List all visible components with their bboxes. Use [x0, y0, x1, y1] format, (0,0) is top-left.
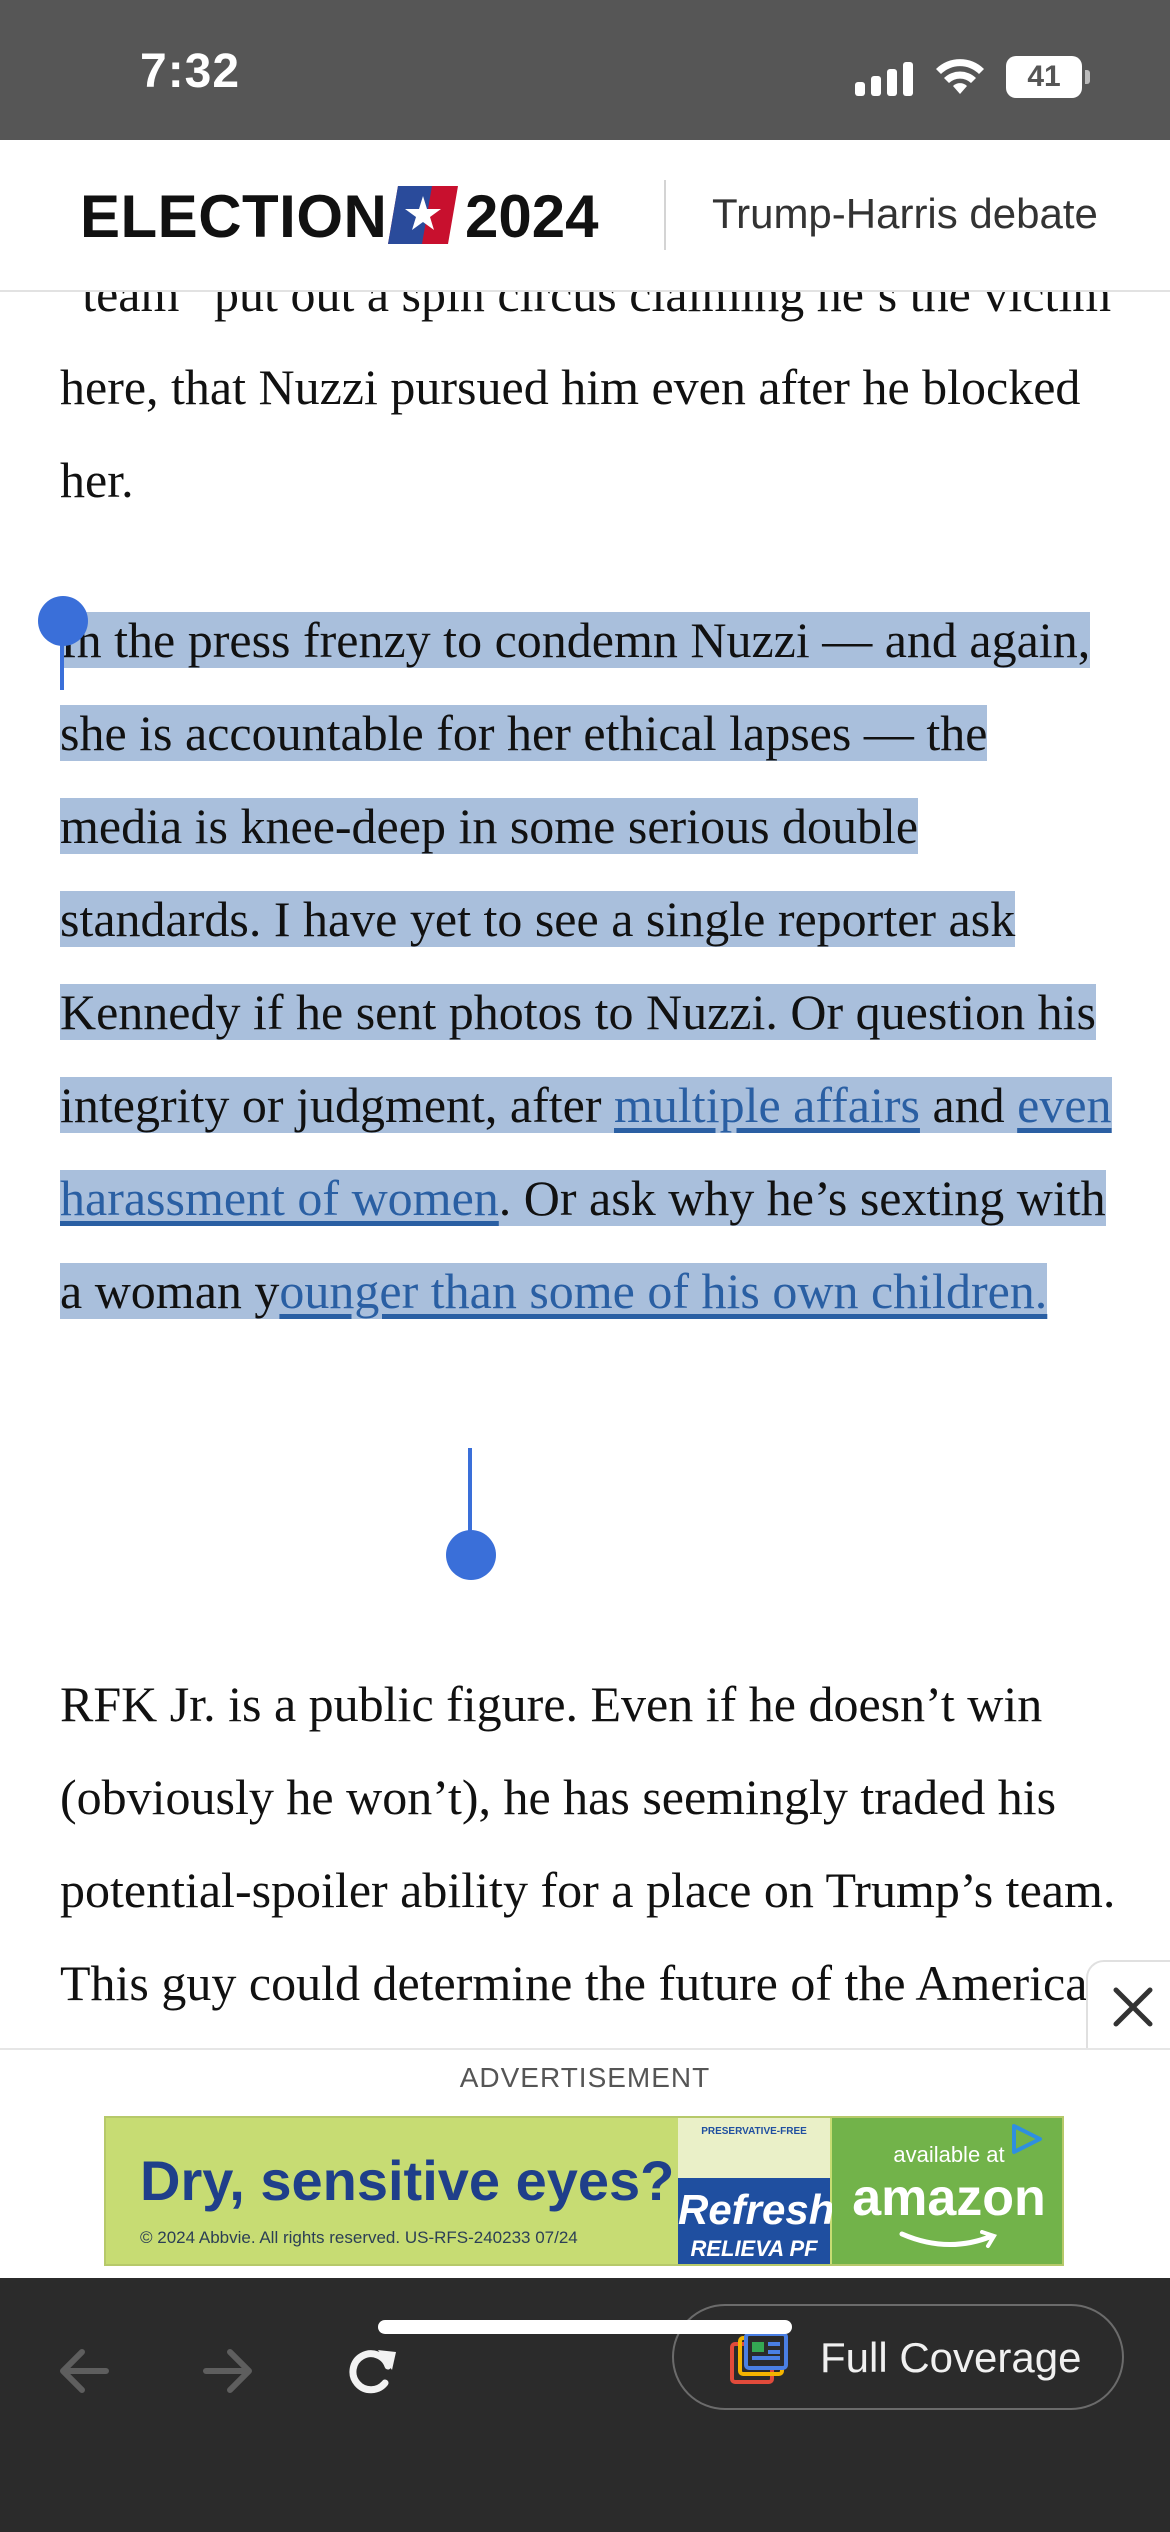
selected-text: In the press frenzy to condemn Nuzzi — a… — [60, 612, 1112, 1319]
paragraph-text: In the press frenzy to condemn Nuzzi — a… — [60, 612, 1096, 1133]
amazon-smile-icon — [899, 2230, 997, 2248]
selected-paragraph[interactable]: In the press frenzy to condemn Nuzzi — a… — [60, 594, 1120, 1338]
product-sub: RELIEVA PF — [690, 2236, 818, 2261]
back-arrow-icon[interactable] — [50, 2336, 120, 2406]
site-header: ELECTION 2024 Trump-Harris debate — [0, 140, 1170, 292]
forward-arrow-icon[interactable] — [192, 2336, 262, 2406]
ad-product-image: PRESERVATIVE-FREE Refresh RELIEVA PF — [678, 2118, 835, 2264]
star-flag-icon — [388, 186, 458, 244]
adchoices-icon[interactable] — [1006, 2122, 1046, 2156]
paragraph-text: and — [919, 1077, 1018, 1133]
ad-label: ADVERTISEMENT — [459, 2062, 711, 2093]
product-brand: Refresh — [678, 2186, 835, 2233]
article-body: “team” put out a spin circus claiming he… — [0, 292, 1170, 2048]
close-icon — [1113, 1987, 1153, 2027]
ad-retailer-logo: amazon — [852, 2169, 1046, 2227]
ad-close-button[interactable] — [1086, 1960, 1170, 2050]
selection-end-handle[interactable] — [446, 1530, 496, 1580]
brand-word: ELECTION — [80, 183, 388, 250]
full-coverage-icon — [730, 2334, 788, 2384]
brand-year: 2024 — [465, 183, 599, 250]
header-divider — [664, 180, 666, 250]
browser-toolbar: Full Coverage — [0, 2278, 1170, 2532]
status-bar: 7:32 41 — [0, 0, 1170, 140]
link-multiple-affairs[interactable]: multiple affairs — [614, 1077, 920, 1133]
battery-icon: 41 — [1006, 56, 1090, 98]
article-paragraph: RFK Jr. is a public figure. Even if he d… — [60, 1676, 1116, 2011]
article-paragraph: “team” put out a spin circus claiming he… — [60, 292, 1112, 508]
header-topic-link[interactable]: Trump-Harris debate — [712, 190, 1098, 238]
selection-start-caret — [60, 638, 64, 690]
ad-headline: Dry, sensitive eyes? — [140, 2149, 675, 2212]
home-indicator[interactable] — [378, 2320, 792, 2334]
wifi-icon — [936, 59, 984, 94]
full-coverage-label: Full Coverage — [820, 2334, 1082, 2381]
link-younger-than-children[interactable]: ounger than some of his own children. — [279, 1263, 1047, 1319]
ad-banner[interactable]: Dry, sensitive eyes? © 2024 Abbvie. All … — [104, 2116, 1064, 2266]
ad-container: ADVERTISEMENT Dry, sensitive eyes? © 202… — [0, 2048, 1170, 2278]
signal-icon — [855, 60, 915, 96]
battery-level: 41 — [1006, 56, 1082, 98]
product-tag: PRESERVATIVE-FREE — [701, 2126, 807, 2137]
status-time: 7:32 — [140, 45, 241, 98]
ad-copyright: © 2024 Abbvie. All rights reserved. US-R… — [140, 2228, 578, 2247]
reload-icon[interactable] — [336, 2336, 406, 2406]
